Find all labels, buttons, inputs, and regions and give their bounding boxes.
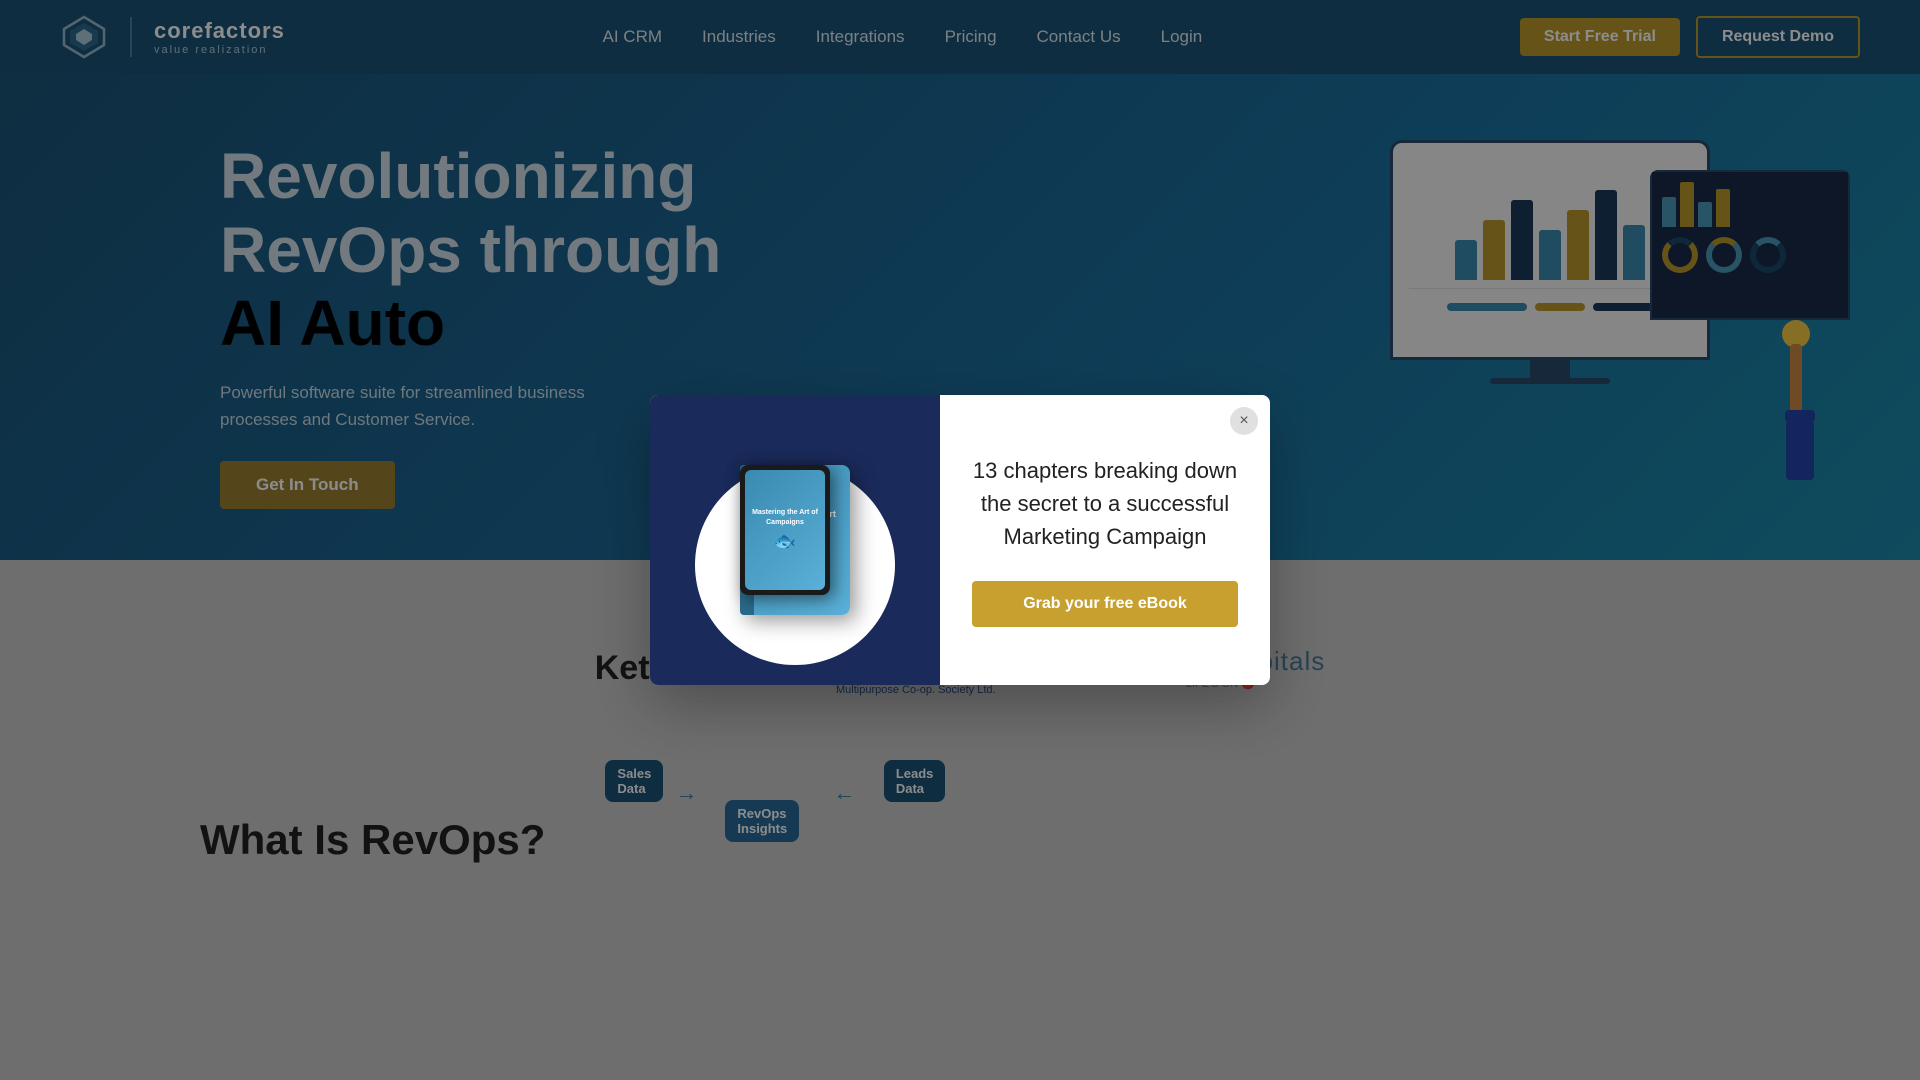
tablet-screen: Mastering the Art of Campaigns 🐟 <box>745 470 825 590</box>
tablet-title: Mastering the Art of Campaigns <box>751 508 819 526</box>
popup-image-panel: Mastering the Art of Campaigns 🐟 Masteri… <box>650 395 940 685</box>
tablet-graphic: Mastering the Art of Campaigns 🐟 <box>740 465 830 595</box>
popup-overlay: Mastering the Art of Campaigns 🐟 Masteri… <box>0 0 1920 1080</box>
popup-heading: 13 chapters breaking down the secret to … <box>972 454 1238 553</box>
tablet-fish-icon: 🐟 <box>774 531 796 552</box>
popup-modal: Mastering the Art of Campaigns 🐟 Masteri… <box>650 395 1270 685</box>
popup-close-button[interactable]: × <box>1230 407 1258 435</box>
grab-ebook-button[interactable]: Grab your free eBook <box>972 581 1238 627</box>
popup-book-container: Mastering the Art of Campaigns 🐟 Masteri… <box>740 465 850 615</box>
popup-content-panel: 13 chapters breaking down the secret to … <box>940 395 1270 685</box>
